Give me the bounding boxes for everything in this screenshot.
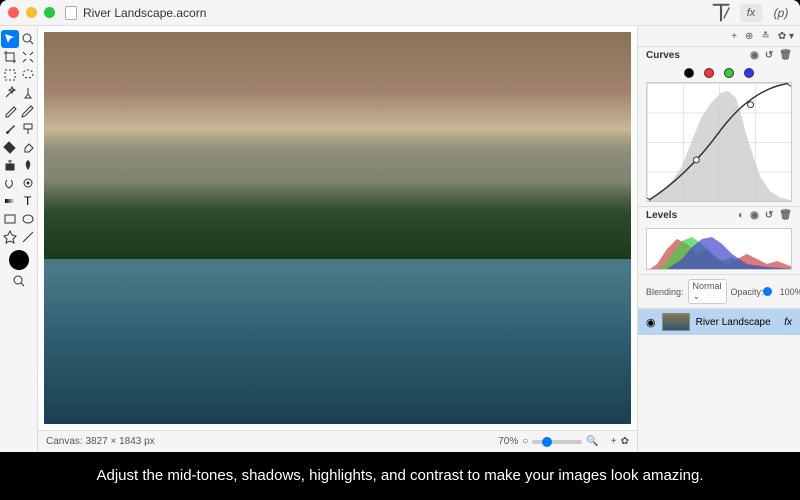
inspector-panels: + ⊕ ≛ ✿ ▾ Curves ◉ ↺ 🗑 <box>638 26 800 452</box>
layer-item[interactable]: ◉ River Landscape fx <box>638 309 800 335</box>
add-adjustment-icon[interactable]: + <box>731 31 737 42</box>
eyedropper-tool[interactable] <box>1 102 19 120</box>
smudge-tool[interactable] <box>19 156 37 174</box>
levels-delete-icon[interactable]: 🗑 <box>779 210 792 221</box>
levels-histogram[interactable] <box>646 228 792 270</box>
text-tool-shortcut[interactable] <box>710 4 732 22</box>
opacity-value: 100% <box>780 287 800 297</box>
rect-tool[interactable] <box>1 210 19 228</box>
color-zoom[interactable] <box>10 272 28 290</box>
zoom-out-icon[interactable]: ○ <box>522 436 528 447</box>
opacity-label: Opacity: <box>731 287 764 297</box>
blending-controls: Blending: Normal ⌄ Opacity: 100% <box>638 274 800 308</box>
marquee-tool[interactable] <box>1 66 19 84</box>
levels-contrast-icon[interactable]: ◐ <box>738 210 744 221</box>
fx-button[interactable]: fx <box>740 4 762 22</box>
layer-name: River Landscape <box>696 317 779 328</box>
marketing-caption: Adjust the mid-tones, shadows, highlight… <box>0 452 800 500</box>
canvas-area: Canvas: 3827 × 1843 px 70% ○ 🔍 + ✿ <box>38 26 638 452</box>
lasso-tool[interactable] <box>19 66 37 84</box>
visibility-icon[interactable]: ◉ <box>750 50 759 61</box>
maximize-button[interactable] <box>44 7 55 18</box>
status-bar: Canvas: 3827 × 1843 px 70% ○ 🔍 + ✿ <box>38 430 637 452</box>
burn-tool[interactable] <box>19 174 37 192</box>
channel-blue[interactable] <box>744 68 754 78</box>
pencil-tool[interactable] <box>19 102 37 120</box>
add-icon[interactable]: + <box>611 436 617 447</box>
dodge-tool[interactable] <box>1 174 19 192</box>
foreground-color[interactable] <box>9 250 29 270</box>
text-tool[interactable]: T <box>19 192 37 210</box>
expand-tool[interactable] <box>19 48 37 66</box>
levels-title: Levels <box>646 210 677 221</box>
move-tool[interactable] <box>1 30 19 48</box>
layers-list: ◉ River Landscape fx <box>638 308 800 452</box>
zoom-percent: 70% <box>498 436 518 447</box>
brush-tool[interactable] <box>1 120 19 138</box>
levels-header: Levels ◐ ◉ ↺ 🗑 <box>638 206 800 224</box>
layer-fx-icon[interactable]: fx <box>784 317 792 328</box>
levels-icon[interactable]: ≛ <box>761 31 769 42</box>
tool-palette: T <box>0 26 38 452</box>
minimize-button[interactable] <box>26 7 37 18</box>
blending-label: Blending: <box>646 287 684 297</box>
wand-tool[interactable] <box>1 84 19 102</box>
document-icon <box>65 6 77 20</box>
canvas-dimensions: Canvas: 3827 × 1843 px <box>46 436 498 447</box>
curves-header: Curves ◉ ↺ 🗑 <box>638 46 800 64</box>
channel-rgb[interactable] <box>684 68 694 78</box>
svg-text:T: T <box>24 194 32 208</box>
reset-icon[interactable]: ↺ <box>765 50 773 61</box>
channel-green[interactable] <box>724 68 734 78</box>
p-button[interactable]: (p) <box>770 4 792 22</box>
levels-reset-icon[interactable]: ↺ <box>765 210 773 221</box>
close-button[interactable] <box>8 7 19 18</box>
line-tool[interactable] <box>19 228 37 246</box>
fill-tool[interactable] <box>1 138 19 156</box>
canvas[interactable] <box>44 32 631 424</box>
levels-visibility-icon[interactable]: ◉ <box>750 210 759 221</box>
crop-tool[interactable] <box>1 48 19 66</box>
zoom-tool[interactable] <box>19 30 37 48</box>
flood-select-tool[interactable] <box>19 84 37 102</box>
curves-title: Curves <box>646 50 680 61</box>
clone-tool[interactable] <box>1 156 19 174</box>
star-tool[interactable] <box>1 228 19 246</box>
eraser-tool[interactable] <box>19 138 37 156</box>
gradient-tool[interactable] <box>1 192 19 210</box>
adjustment-icon[interactable]: ⊕ <box>745 31 753 42</box>
window-controls <box>8 7 55 18</box>
layer-visibility-icon[interactable]: ◉ <box>646 316 656 329</box>
channel-selector <box>646 68 792 78</box>
zoom-in-icon[interactable]: 🔍 <box>586 436 598 447</box>
settings-icon[interactable]: ✿ <box>621 436 629 447</box>
titlebar: River Landscape.acorn fx (p) <box>0 0 800 26</box>
zoom-slider[interactable] <box>532 440 582 444</box>
blend-mode-select[interactable]: Normal ⌄ <box>688 279 727 304</box>
gear-icon[interactable]: ✿ ▾ <box>778 31 794 42</box>
ellipse-tool[interactable] <box>19 210 37 228</box>
layer-thumbnail <box>662 313 690 331</box>
channel-red[interactable] <box>704 68 714 78</box>
curves-graph[interactable] <box>646 82 792 202</box>
delete-icon[interactable]: 🗑 <box>779 50 792 61</box>
paint-tool[interactable] <box>19 120 37 138</box>
document-title: River Landscape.acorn <box>83 6 710 20</box>
